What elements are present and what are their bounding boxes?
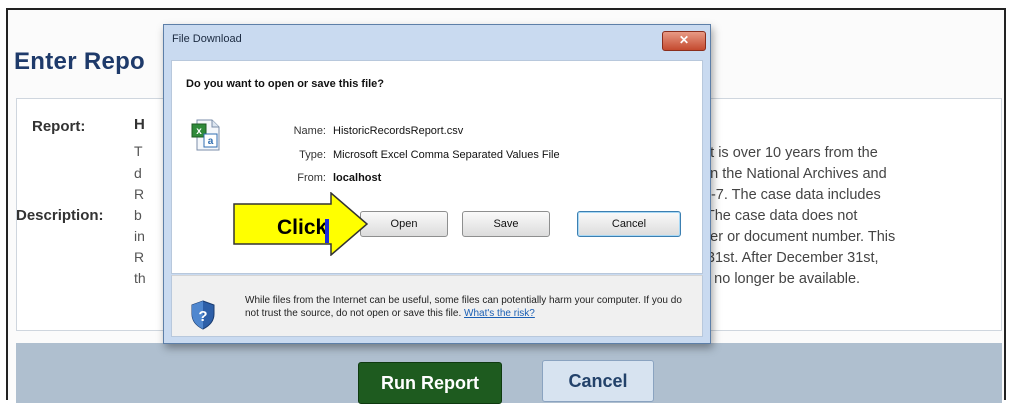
svg-text:a: a [208, 136, 214, 147]
dialog-question: Do you want to open or save this file? [186, 78, 385, 90]
description-line: d on the National Archives and [690, 166, 887, 182]
description-line: will no longer be available. [690, 271, 861, 287]
description-fragment: R [134, 249, 145, 265]
cancel-report-button[interactable]: Cancel [542, 360, 654, 402]
report-label: Report: [32, 118, 86, 135]
description-fragment: b [134, 207, 142, 223]
close-button[interactable]: ✕ [662, 31, 706, 51]
description-line: mber or document number. This [690, 229, 896, 245]
svg-text:?: ? [198, 308, 207, 325]
description-line: n. The case data does not [690, 208, 858, 224]
description-line: that is over 10 years from the [690, 145, 878, 161]
security-warning: While files from the Internet can be use… [245, 294, 695, 320]
file-name-value: HistoricRecordsReport.csv [333, 125, 464, 137]
report-value-fragment: H [134, 116, 145, 133]
file-source-value: localhost [333, 172, 382, 184]
description-fragment: th [134, 270, 146, 286]
from-label: From: [297, 172, 326, 184]
dialog-title: File Download [172, 33, 242, 45]
save-button[interactable]: Save [462, 211, 550, 237]
description-line: -08-7. The case data includes [690, 187, 881, 203]
description-line: er 31st. After December 31st, [690, 250, 879, 266]
description-fragment: R [134, 186, 145, 202]
svg-text:x: x [196, 126, 202, 137]
description-label: Description: [16, 207, 104, 224]
name-label: Name: [293, 125, 326, 137]
cancel-button[interactable]: Cancel [577, 211, 681, 237]
file-type-value: Microsoft Excel Comma Separated Values F… [333, 149, 560, 161]
page-heading: Enter Repo [14, 48, 146, 75]
click-label: Click [277, 216, 328, 239]
description-fragment: T [134, 143, 143, 159]
risk-link[interactable]: What's the risk? [464, 308, 535, 319]
open-button[interactable]: Open [360, 211, 448, 237]
button-bar [16, 343, 1002, 403]
description-fragment: d [134, 165, 142, 181]
run-report-button[interactable]: Run Report [358, 362, 502, 404]
shield-question-icon: ? [191, 300, 215, 330]
description-fragment: in [134, 228, 145, 244]
type-label: Type: [299, 149, 326, 161]
excel-file-icon: x a [191, 119, 220, 151]
text-cursor [325, 219, 329, 243]
